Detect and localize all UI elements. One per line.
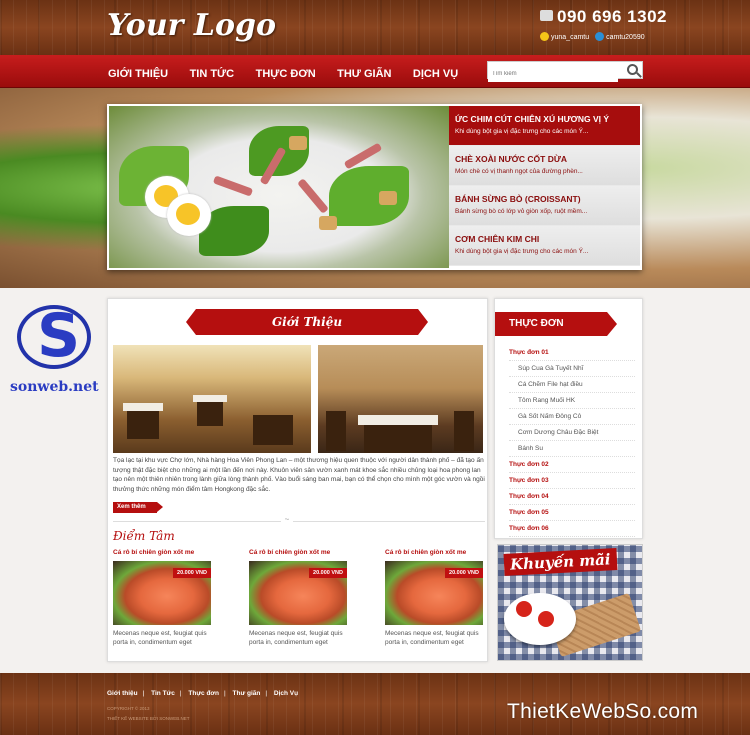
footer-link[interactable]: Tin Tức <box>151 690 175 697</box>
search-box <box>487 61 643 82</box>
divider: ~ <box>113 516 485 524</box>
dish-card[interactable]: Cá rô bí chiên giòn xốt me 20.000 VND Me… <box>113 549 211 647</box>
nav-item-dich-vu[interactable]: DỊCH VỤ <box>413 68 458 80</box>
dish-name[interactable]: Cá rô bí chiên giòn xốt me <box>249 549 347 556</box>
phone-text: 090 696 1302 <box>557 7 667 26</box>
sonweb-logo[interactable]: S sonweb.net <box>10 301 105 400</box>
slide-title: BÁNH SỪNG BÒ (CROISSANT) <box>455 194 581 204</box>
slide-desc: Món chè có vị thanh ngọt của đường phèn.… <box>455 168 583 175</box>
menu-item[interactable]: Bánh Su <box>509 441 635 457</box>
menu-item[interactable]: Cơm Dương Châu Đặc Biệt <box>509 425 635 441</box>
footer-link[interactable]: Thực đơn <box>188 690 219 697</box>
promo-tomato <box>538 611 554 627</box>
footer-separator: | <box>142 690 145 697</box>
search-input[interactable] <box>488 66 618 82</box>
footer-link[interactable]: Thư giãn <box>233 690 261 697</box>
phone-icon <box>540 10 553 21</box>
dish-image[interactable]: 20.000 VND <box>249 561 347 625</box>
menu-category[interactable]: Thực đơn 03 <box>509 473 635 489</box>
sidebar-title: THỰC ĐƠN <box>495 312 617 336</box>
nav-item-gioi-thieu[interactable]: GIỚI THIỆU <box>108 68 168 80</box>
watermark: ThietKeWebSo.com <box>507 700 699 723</box>
copyright: COPYRIGHT © 2013 <box>107 706 150 711</box>
nav-item-thuc-don[interactable]: THỰC ĐƠN <box>256 68 316 80</box>
featured-slider: ỨC CHIM CÚT CHIÊN XÚ HƯƠNG VỊ Ý Khi dùng… <box>107 104 642 270</box>
menu-category[interactable]: Thực đơn 04 <box>509 489 635 505</box>
intro-title: Giới Thiệu <box>186 309 428 335</box>
divider-ornament-icon: ~ <box>281 516 293 524</box>
dish-name[interactable]: Cá rô bí chiên giòn xốt me <box>385 549 483 556</box>
dish-desc: Mecenas neque est, feugiat quis porta in… <box>249 630 343 646</box>
dish-desc: Mecenas neque est, feugiat quis porta in… <box>385 630 479 646</box>
menu-category[interactable]: Thực đơn 05 <box>509 505 635 521</box>
footer-separator: | <box>179 690 182 697</box>
slide-title: CƠM CHIÊN KIM CHI <box>455 234 540 244</box>
footer-nav: Giới thiệu | Tin Tức | Thực đơn | Thư giãn |… <box>107 690 298 697</box>
slide-item[interactable]: ỨC CHIM CÚT CHIÊN XÚ HƯƠNG VỊ Ý Khi dùng… <box>449 106 640 146</box>
slide-desc: Khi dùng bột gia vị đặc trưng cho các mó… <box>455 248 589 255</box>
dish-card[interactable]: Cá rô bí chiên giòn xốt me 20.000 VND Me… <box>385 549 483 647</box>
menu-category[interactable]: Thực đơn 02 <box>509 457 635 473</box>
menu-item[interactable]: Gà Sốt Nấm Đông Cô <box>509 409 635 425</box>
site-logo[interactable]: Your Logo <box>107 8 276 43</box>
sonweb-name: sonweb.net <box>10 379 99 395</box>
restaurant-photo-1 <box>113 345 311 453</box>
promo-title: Khuyến mãi <box>503 548 618 576</box>
menu-item[interactable]: Cá Chẽm File hạt điều <box>509 377 635 393</box>
nav-item-tin-tuc[interactable]: TIN TỨC <box>190 68 235 80</box>
search-icon[interactable] <box>627 64 638 75</box>
phone-number: 090 696 1302 <box>540 7 667 27</box>
dish-name[interactable]: Cá rô bí chiên giòn xốt me <box>113 549 211 556</box>
yahoo-messenger-icon[interactable] <box>540 32 549 41</box>
footer-separator: | <box>265 690 268 697</box>
slide-item[interactable]: CHÈ XOÀI NƯỚC CỐT DỪA Món chè có vị than… <box>449 146 640 186</box>
read-more-button[interactable]: Xem thêm <box>113 502 163 513</box>
slide-item[interactable]: CƠM CHIÊN KIM CHI Khi dùng bột gia vị đặ… <box>449 226 640 266</box>
slide-title: CHÈ XOÀI NƯỚC CỐT DỪA <box>455 154 568 164</box>
main-content: Giới Thiệu Tọa lạc tại khu vực Chợ lớn, … <box>107 298 488 662</box>
header: Your Logo 090 696 1302 yuna_camtu camtu2… <box>0 0 750 55</box>
restaurant-photo-2 <box>318 345 483 453</box>
menu-item[interactable]: Tôm Rang Muối HK <box>509 393 635 409</box>
skype-id[interactable]: camtu20590 <box>606 34 645 41</box>
slide-list: ỨC CHIM CÚT CHIÊN XÚ HƯƠNG VỊ Ý Khi dùng… <box>449 106 640 268</box>
main-nav: GIỚI THIỆU TIN TỨC THỰC ĐƠN THƯ GIÃN DỊC… <box>0 55 750 88</box>
dish-image[interactable]: 20.000 VND <box>385 561 483 625</box>
intro-text: Tọa lạc tại khu vực Chợ lớn, Nhà hàng Ho… <box>113 457 485 493</box>
chat-contacts: yuna_camtu camtu20590 <box>540 32 645 41</box>
price-badge: 20.000 VND <box>173 568 211 578</box>
slide-title: ỨC CHIM CÚT CHIÊN XÚ HƯƠNG VỊ Ý <box>455 114 610 124</box>
price-badge: 20.000 VND <box>309 568 347 578</box>
menu-item[interactable]: Súp Cua Gà Tuyết Nhĩ <box>509 361 635 377</box>
slide-desc: Khi dùng bột gia vị đặc trưng cho các mó… <box>455 128 589 135</box>
promo-banner[interactable]: Khuyến mãi <box>497 544 643 661</box>
menu-category[interactable]: Thực đơn 01 <box>509 345 635 361</box>
dish-card[interactable]: Cá rô bí chiên giòn xốt me 20.000 VND Me… <box>249 549 347 647</box>
menu-list: Thực đơn 01 Súp Cua Gà Tuyết Nhĩ Cá Chẽm F… <box>509 345 635 537</box>
footer: Giới thiệu | Tin Tức | Thực đơn | Thư giãn |… <box>0 673 750 735</box>
nav-item-thu-gian[interactable]: THƯ GIÃN <box>337 68 391 80</box>
slide-item[interactable]: BÁNH SỪNG BÒ (CROISSANT) Bánh sừng bò có… <box>449 186 640 226</box>
sonweb-s-mark: S <box>37 301 81 371</box>
skype-icon[interactable] <box>595 32 605 41</box>
credit: THIẾT KẾ WEBSITE BỞI SONWEB.NET <box>107 716 190 721</box>
dish-image[interactable]: 20.000 VND <box>113 561 211 625</box>
dish-desc: Mecenas neque est, feugiat quis porta in… <box>113 630 207 646</box>
footer-separator: | <box>224 690 226 697</box>
dimsum-title: Điểm Tâm <box>113 529 175 543</box>
menu-sidebar: THỰC ĐƠN Thực đơn 01 Súp Cua Gà Tuyết Nhĩ… <box>494 298 643 539</box>
slide-image[interactable] <box>109 106 449 268</box>
footer-link[interactable]: Giới thiệu <box>107 690 138 697</box>
slide-desc: Bánh sừng bò có lớp vỏ giòn xốp, ruột mề… <box>455 208 588 215</box>
menu-category[interactable]: Thực đơn 06 <box>509 521 635 537</box>
price-badge: 20.000 VND <box>445 568 483 578</box>
footer-link[interactable]: Dịch Vụ <box>274 690 298 697</box>
yahoo-id[interactable]: yuna_camtu <box>551 34 589 41</box>
promo-tomato <box>516 601 532 617</box>
